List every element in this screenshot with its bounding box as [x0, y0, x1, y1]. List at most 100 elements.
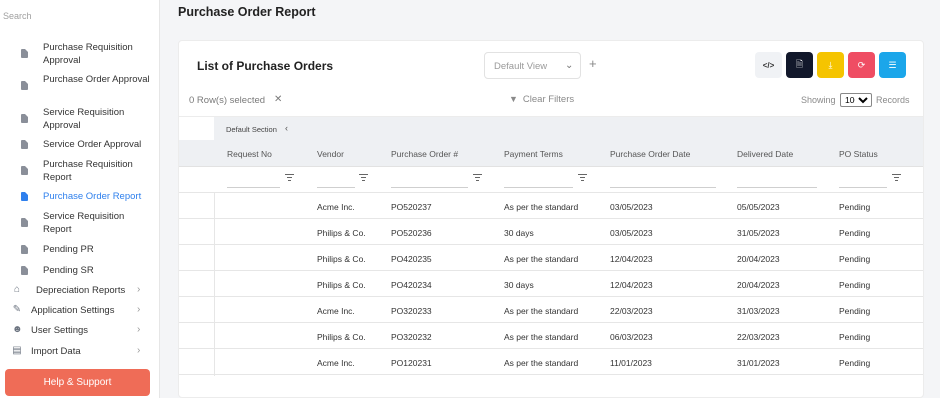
sidebar-item-pending-pr[interactable]: Pending PR — [0, 244, 160, 258]
sidebar-item-purchase-order-approval[interactable]: Purchase Order Approval — [0, 74, 160, 99]
cell-po-status: Pending — [839, 358, 871, 368]
filter-input-purchase-order-date[interactable] — [610, 173, 716, 188]
sidebar-item-label: Purchase Order Report — [43, 191, 142, 202]
wrench-icon: ✎ — [12, 304, 22, 315]
code-icon: </> — [762, 60, 775, 70]
table-row[interactable]: Acme Inc. PO120231 As per the standard 1… — [179, 349, 923, 375]
document-icon — [21, 49, 28, 58]
sidebar-item-label: Service Order Approval — [43, 139, 142, 150]
cell-payment-terms: 30 days — [504, 280, 534, 290]
column-header-payment-terms[interactable]: Payment Terms — [504, 149, 563, 159]
column-header-po-status[interactable]: PO Status — [839, 149, 878, 159]
column-header-delivered-date[interactable]: Delivered Date — [737, 149, 793, 159]
refresh-button[interactable]: ⟳ — [848, 52, 875, 78]
add-view-button[interactable]: + — [589, 56, 597, 71]
card-title: List of Purchase Orders — [197, 59, 334, 73]
column-header-purchase-order-date[interactable]: Purchase Order Date — [610, 149, 690, 159]
cell-purchase-order-date: 06/03/2023 — [610, 332, 653, 342]
filter-input-request-no[interactable] — [227, 173, 280, 188]
table-row[interactable]: Philips & Co. PO420234 30 days 12/04/202… — [179, 271, 923, 297]
chevron-right-icon: › — [137, 324, 141, 335]
sidebar-item-label: Purchase Requisition Report — [43, 159, 133, 183]
table-row[interactable]: Philips & Co. PO320232 As per the standa… — [179, 323, 923, 349]
sidebar-item-purchase-order-report[interactable]: Purchase Order Report — [0, 191, 160, 205]
table-row[interactable]: Acme Inc. PO520237 As per the standard 0… — [179, 193, 923, 219]
filter-icon[interactable] — [285, 174, 294, 181]
cell-payment-terms: As per the standard — [504, 306, 579, 316]
clear-filters-button[interactable]: ▼ Clear Filters — [509, 94, 574, 105]
column-header-vendor[interactable]: Vendor — [317, 149, 344, 159]
sidebar-item-import-data[interactable]: ▤ Import Data › — [0, 341, 160, 361]
sliders-icon: ☰ — [888, 59, 897, 70]
table-row[interactable]: Philips & Co. PO520236 30 days 03/05/202… — [179, 219, 923, 245]
code-button[interactable]: </> — [755, 52, 782, 78]
document-icon: 🗎 — [795, 59, 804, 69]
cell-purchase-order-date: 12/04/2023 — [610, 280, 653, 290]
sidebar-item-application-settings[interactable]: ✎ Application Settings › — [0, 300, 160, 320]
view-selector[interactable]: Default View ⌄ — [484, 52, 581, 79]
cell-delivered-date: 31/05/2023 — [737, 228, 780, 238]
sidebar-item-depreciation-reports[interactable]: ⌂ Depreciation Reports › — [0, 280, 160, 300]
filter-icon[interactable] — [578, 174, 587, 181]
filter-icon[interactable] — [359, 174, 368, 181]
document-icon — [21, 140, 28, 149]
filter-input-vendor[interactable] — [317, 173, 355, 188]
home-icon: ⌂ — [13, 284, 21, 295]
showing-label: Showing — [801, 95, 836, 105]
export-button[interactable]: 🗎 — [786, 52, 813, 78]
column-settings-button[interactable]: ☰ — [879, 52, 906, 78]
sidebar-item-purchase-requisition-report[interactable]: Purchase Requisition Report — [0, 159, 160, 184]
filter-icon[interactable] — [892, 174, 901, 181]
clear-filters-label: Clear Filters — [522, 94, 575, 105]
sidebar-search — [0, 0, 160, 32]
sidebar-item-service-requisition-approval[interactable]: Service Requisition Approval — [0, 107, 160, 132]
document-icon — [21, 218, 28, 227]
cell-vendor: Acme Inc. — [317, 202, 355, 212]
column-header-purchase-order[interactable]: Purchase Order # — [391, 149, 458, 159]
column-header-request-no[interactable]: Request No — [227, 149, 272, 159]
chevron-right-icon: › — [137, 345, 141, 356]
cell-payment-terms: As per the standard — [504, 332, 579, 342]
cell-purchase-order: PO120231 — [391, 358, 432, 368]
sidebar-item-label: Pending SR — [43, 265, 94, 276]
sidebar-item-user-settings[interactable]: ☻ User Settings › — [0, 320, 160, 340]
cell-payment-terms: As per the standard — [504, 202, 579, 212]
download-icon: ⤓ — [828, 59, 833, 70]
document-icon — [21, 81, 28, 90]
page-title: Purchase Order Report — [178, 5, 316, 19]
cell-purchase-order-date: 11/01/2023 — [610, 358, 652, 368]
cell-purchase-order-date: 22/03/2023 — [610, 306, 653, 316]
clear-selection-icon[interactable]: ✕ — [274, 94, 282, 105]
sidebar-item-service-requisition-report[interactable]: Service Requisition Report — [0, 211, 160, 236]
sidebar-item-service-order-approval[interactable]: Service Order Approval — [0, 139, 160, 153]
view-selector-value: Default View — [494, 61, 548, 72]
filter-input-po-status[interactable] — [839, 173, 887, 188]
filter-input-delivered-date[interactable] — [737, 173, 817, 188]
search-input[interactable] — [0, 0, 150, 32]
cell-purchase-order: PO320232 — [391, 332, 432, 342]
cell-vendor: Philips & Co. — [317, 280, 366, 290]
document-icon — [21, 245, 28, 254]
sidebar-item-pending-sr[interactable]: Pending SR — [0, 265, 160, 279]
table-row[interactable]: Philips & Co. PO420235 As per the standa… — [179, 245, 923, 271]
sidebar-item-label: Pending PR — [43, 244, 94, 255]
sidebar-item-purchase-requisition-approval[interactable]: Purchase Requisition Approval — [0, 42, 160, 67]
cell-payment-terms: As per the standard — [504, 254, 579, 264]
filter-input-purchase-order[interactable] — [391, 173, 468, 188]
cell-delivered-date: 20/04/2023 — [737, 280, 780, 290]
user-gear-icon: ☻ — [12, 324, 23, 335]
help-support-button[interactable]: Help & Support — [5, 369, 150, 396]
cell-po-status: Pending — [839, 280, 871, 290]
table-section-row: Default Section ‹ — [179, 116, 923, 141]
section-band — [214, 117, 923, 141]
collapse-section-icon[interactable]: ‹ — [285, 123, 288, 133]
records-per-page-select[interactable]: 102550100 — [840, 93, 872, 107]
cell-payment-terms: As per the standard — [504, 358, 579, 368]
filter-input-payment-terms[interactable] — [504, 173, 573, 188]
download-button[interactable]: ⤓ — [817, 52, 844, 78]
filter-icon[interactable] — [473, 174, 482, 181]
cell-vendor: Philips & Co. — [317, 228, 366, 238]
document-icon — [21, 266, 28, 275]
sidebar-item-label: Application Settings — [31, 305, 115, 316]
table-row[interactable]: Acme Inc. PO320233 As per the standard 2… — [179, 297, 923, 323]
